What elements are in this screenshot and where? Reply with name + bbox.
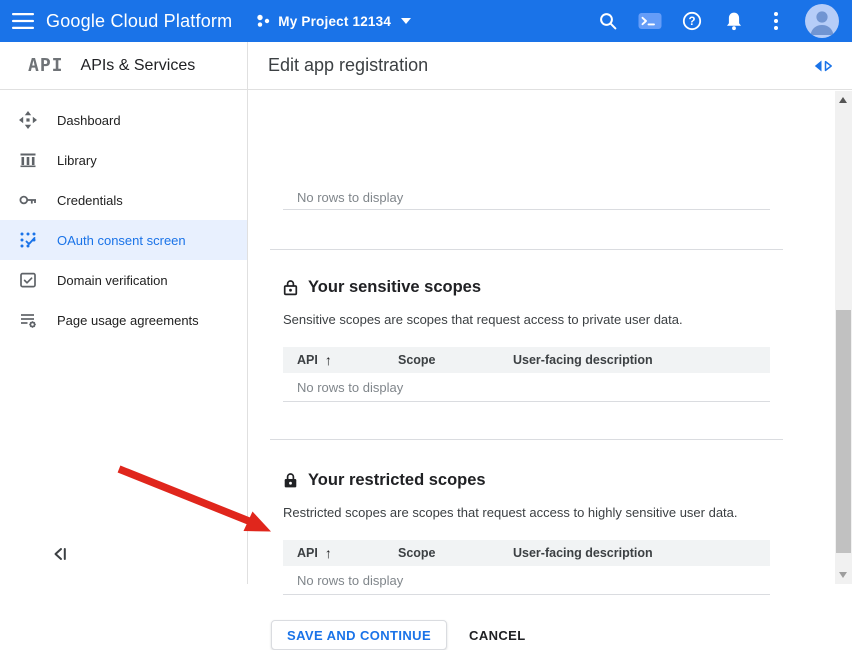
sidebar-item-library[interactable]: Library <box>0 140 247 180</box>
section-restricted-scopes: Your restricted scopes Restricted scopes… <box>283 470 770 595</box>
key-icon <box>16 190 40 210</box>
form-actions: SAVE AND CONTINUE CANCEL <box>271 620 526 650</box>
dropdown-caret-icon <box>401 18 411 24</box>
sidebar-item-page-usage-agreements[interactable]: Page usage agreements <box>0 300 247 340</box>
section-heading-text: Your restricted scopes <box>308 471 486 490</box>
sidebar-item-label: OAuth consent screen <box>57 233 186 248</box>
sidebar-item-label: Library <box>57 153 97 168</box>
section-divider <box>270 439 783 440</box>
menu-icon-glyph <box>12 13 34 29</box>
panel-toggle-icon[interactable] <box>814 60 833 72</box>
menu-icon[interactable] <box>0 13 46 29</box>
top-app-bar: Google Cloud Platform My Project 12134 <box>0 0 852 42</box>
notifications-icon[interactable] <box>722 9 746 33</box>
project-name: My Project 12134 <box>278 14 391 29</box>
sidebar: API APIs & Services Dashboard <box>0 42 248 584</box>
column-header-scope[interactable]: Scope <box>398 353 513 367</box>
lock-outline-icon <box>283 279 298 296</box>
section-sensitive-scopes: Your sensitive scopes Sensitive scopes a… <box>283 277 770 402</box>
page-usage-icon <box>16 310 40 330</box>
table-empty-row: No rows to display <box>283 373 770 402</box>
dashboard-icon <box>16 110 40 130</box>
more-vertical-icon[interactable] <box>764 9 788 33</box>
sidebar-item-label: Page usage agreements <box>57 313 199 328</box>
top-table-empty-row: No rows to display <box>297 190 403 205</box>
sidebar-item-oauth-consent-screen[interactable]: OAuth consent screen <box>0 220 247 260</box>
section-divider <box>270 249 783 250</box>
section-description: Sensitive scopes are scopes that request… <box>283 312 770 327</box>
product-name[interactable]: Google Cloud Platform <box>46 11 232 32</box>
column-header-description[interactable]: User-facing description <box>513 546 770 560</box>
main-header: Edit app registration <box>248 42 852 90</box>
scroll-down-arrow-icon[interactable] <box>839 572 847 578</box>
sidebar-item-domain-verification[interactable]: Domain verification <box>0 260 247 300</box>
table-empty-row: No rows to display <box>283 566 770 595</box>
sidebar-title: APIs & Services <box>81 57 196 75</box>
sort-ascending-icon[interactable]: ↑ <box>325 352 332 368</box>
api-product-logo: API <box>28 55 64 76</box>
table-header-row: API ↑ Scope User-facing description <box>283 540 770 566</box>
project-dots-icon <box>256 13 270 29</box>
restricted-scopes-table: API ↑ Scope User-facing description No r… <box>283 540 770 595</box>
lock-filled-icon <box>283 472 298 489</box>
cancel-button[interactable]: CANCEL <box>469 628 526 643</box>
main-content: No rows to display Your sensitive scopes… <box>248 91 835 584</box>
collapse-sidebar-icon[interactable] <box>52 546 68 567</box>
svg-text:?: ? <box>688 16 695 28</box>
project-selector[interactable]: My Project 12134 <box>256 13 411 29</box>
sidebar-nav: Dashboard Library <box>0 90 247 340</box>
scrollbar-thumb[interactable] <box>836 310 851 553</box>
table-header-row: API ↑ Scope User-facing description <box>283 347 770 373</box>
oauth-consent-icon <box>16 230 40 250</box>
section-description: Restricted scopes are scopes that reques… <box>283 505 770 520</box>
sidebar-item-label: Credentials <box>57 193 123 208</box>
search-icon[interactable] <box>596 9 620 33</box>
avatar[interactable] <box>805 4 839 38</box>
help-icon[interactable]: ? <box>680 9 704 33</box>
save-and-continue-button[interactable]: SAVE AND CONTINUE <box>271 620 447 650</box>
page-title: Edit app registration <box>268 55 428 76</box>
column-header-description[interactable]: User-facing description <box>513 353 770 367</box>
topbar-actions: ? <box>587 4 852 38</box>
section-heading: Your sensitive scopes <box>283 277 770 297</box>
library-icon <box>16 150 40 170</box>
sidebar-item-credentials[interactable]: Credentials <box>0 180 247 220</box>
column-header-api[interactable]: API <box>297 353 318 367</box>
sidebar-item-dashboard[interactable]: Dashboard <box>0 100 247 140</box>
section-heading-text: Your sensitive scopes <box>308 278 481 297</box>
column-header-api[interactable]: API <box>297 546 318 560</box>
scroll-up-arrow-icon[interactable] <box>839 97 847 103</box>
sidebar-header: API APIs & Services <box>0 42 247 90</box>
sidebar-item-label: Dashboard <box>57 113 121 128</box>
sort-ascending-icon[interactable]: ↑ <box>325 545 332 561</box>
cloud-shell-icon[interactable] <box>638 9 662 33</box>
sensitive-scopes-table: API ↑ Scope User-facing description No r… <box>283 347 770 402</box>
domain-verification-icon <box>16 270 40 290</box>
section-heading: Your restricted scopes <box>283 470 770 490</box>
sidebar-item-label: Domain verification <box>57 273 168 288</box>
vertical-scrollbar[interactable] <box>835 91 852 584</box>
top-table-border <box>283 209 770 210</box>
column-header-scope[interactable]: Scope <box>398 546 513 560</box>
